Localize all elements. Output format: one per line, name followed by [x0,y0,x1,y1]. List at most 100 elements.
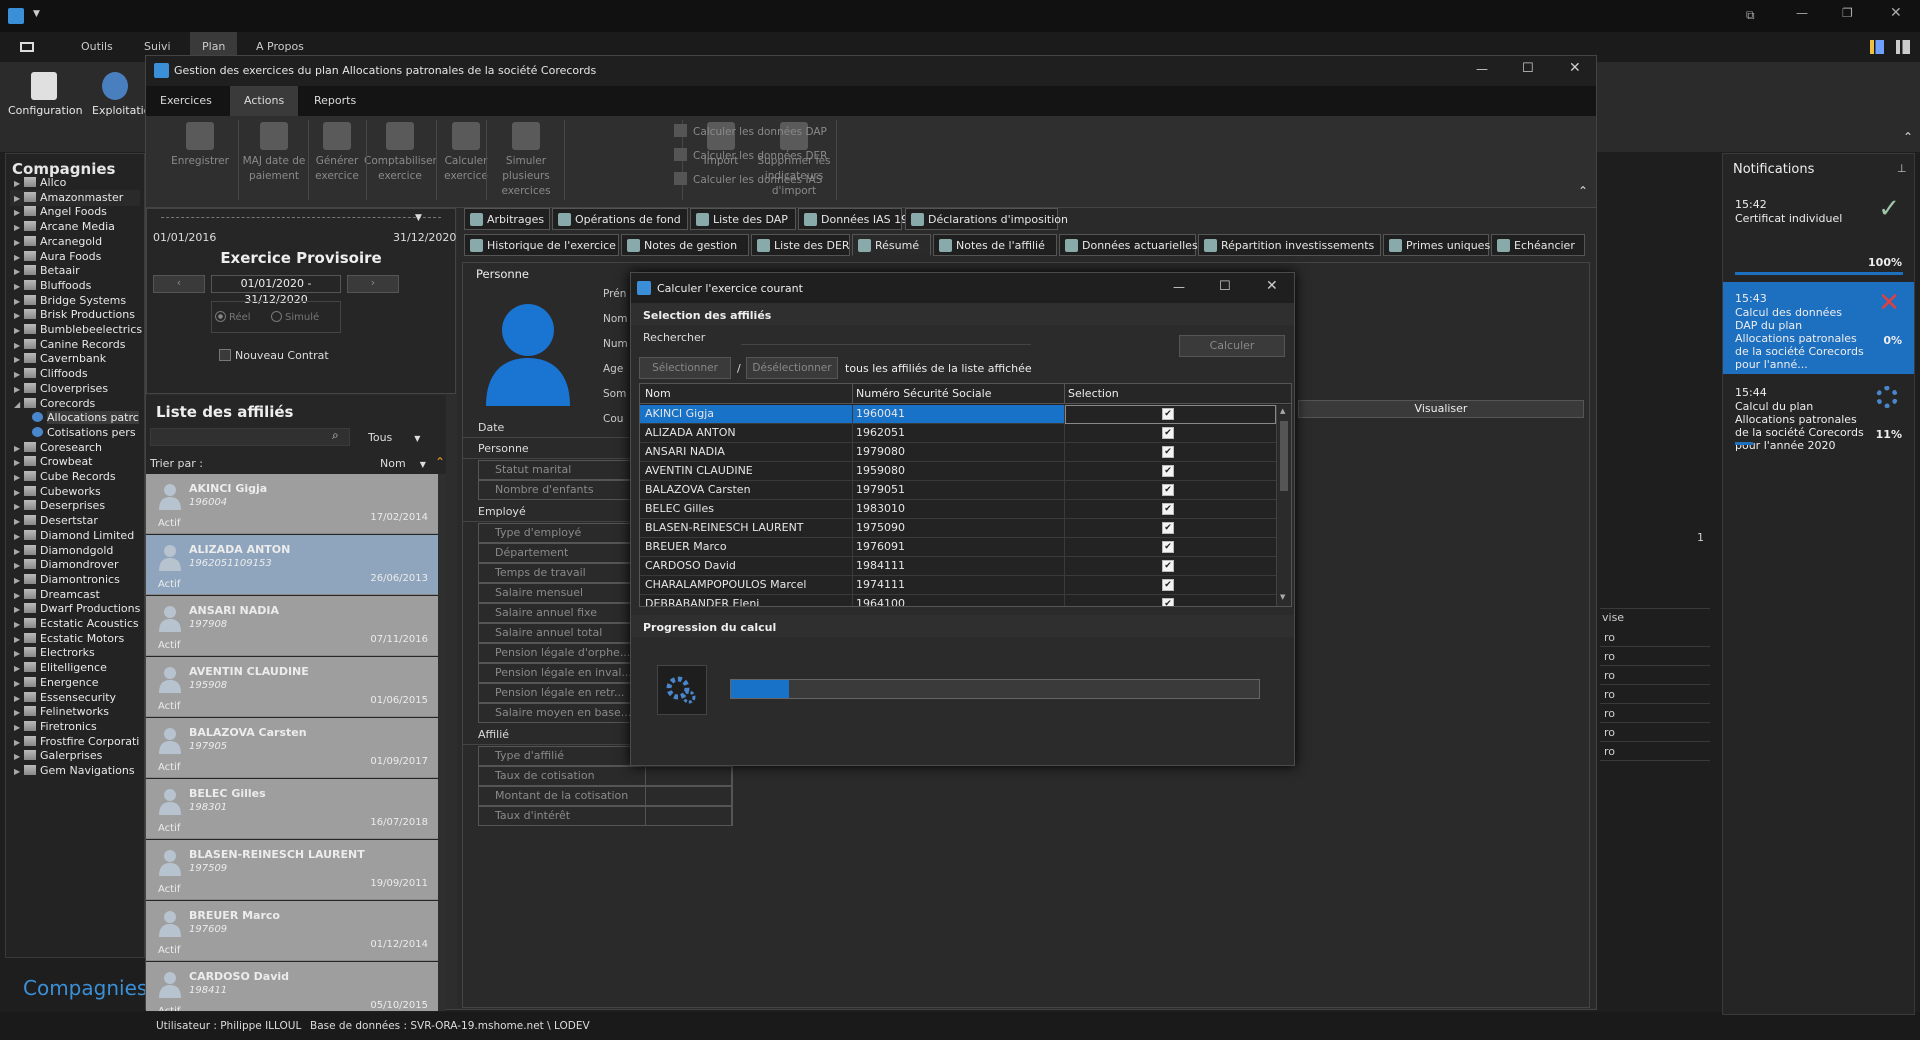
companies-nav[interactable]: Compagnies [5,960,147,1008]
expand-arrow-icon[interactable]: ▶ [14,738,24,747]
grid-scrollbar[interactable]: ▲ ▼ [1276,405,1291,606]
toolbar-calculator-button[interactable]: Calculer exercice [440,120,492,184]
expand-arrow-icon[interactable]: ▶ [14,664,24,673]
expand-arrow-icon[interactable]: ▶ [14,194,24,203]
selection-checkbox-icon[interactable]: ✔ [1162,427,1174,439]
dialog-maximize-icon[interactable]: ☐ [1219,279,1231,294]
toolbar-gears-button[interactable]: Comptabiliser exercice [364,120,437,184]
expand-arrow-icon[interactable]: ▶ [14,208,24,217]
expand-arrow-icon[interactable]: ▶ [14,635,24,644]
col-ssn[interactable]: Numéro Sécurité Sociale [856,387,992,400]
affiliate-card[interactable]: BELEC Gilles 198301 Actif 16/07/2018 [146,779,438,839]
detail-tab[interactable]: Liste des DAP [690,208,796,230]
detail-tab[interactable]: Arbitrages [464,208,550,230]
detail-tab[interactable]: Données IAS 19 [798,208,908,230]
grid-row[interactable]: BLASEN-REINESCH LAURENT 1975090 ✔ [640,519,1276,538]
affiliate-card[interactable]: AKINCI Gigja 196004 Actif 17/02/2014 [146,474,438,534]
detail-tab[interactable]: Opérations de fond [552,208,688,230]
expand-arrow-icon[interactable]: ▶ [14,385,24,394]
visualize-button[interactable]: Visualiser [1298,400,1584,418]
expand-arrow-icon[interactable]: ▶ [14,679,24,688]
expand-arrow-icon[interactable]: ▶ [14,502,24,511]
expand-arrow-icon[interactable]: ▶ [14,267,24,276]
select-all-button[interactable]: Sélectionner [639,357,731,379]
grid-row[interactable]: ALIZADA ANTON 1962051 ✔ [640,424,1276,443]
grid-row[interactable]: ANSARI NADIA 1979080 ✔ [640,443,1276,462]
chart-icon[interactable] [1870,40,1884,54]
toolbar-globe-button[interactable]: Simuler plusieurs exercices [488,120,564,199]
radio-reel[interactable]: Réel [215,311,251,323]
app-menu-icon[interactable] [20,42,34,52]
grid-row[interactable]: DEBRABANDER Eleni 1964100 ✔ [640,595,1276,606]
sort-direction-icon[interactable]: ⌃ [435,455,445,469]
expand-arrow-icon[interactable]: ▶ [14,694,24,703]
selection-checkbox-icon[interactable]: ✔ [1162,408,1174,420]
toolbar-small-button[interactable]: Calculer les données IAS [674,172,822,186]
selection-checkbox-icon[interactable]: ✔ [1162,484,1174,496]
expand-arrow-icon[interactable]: ◢ [14,400,24,409]
configuration-button[interactable]: Configuration [8,72,83,117]
detail-tab[interactable]: Notes de gestion [621,234,749,256]
detail-tab[interactable]: Notes de l'affilié [933,234,1057,256]
affiliate-card[interactable]: ALIZADA ANTON 1962051109153 Actif 26/06/201… [146,535,438,595]
selection-checkbox-icon[interactable]: ✔ [1162,560,1174,572]
detail-tab[interactable]: Historique de l'exercice [464,234,619,256]
close-icon[interactable]: ✕ [1890,5,1902,21]
window-minimize-icon[interactable]: — [1476,62,1488,76]
affiliates-scrollbar[interactable] [438,474,446,1011]
expand-arrow-icon[interactable]: ▶ [14,752,24,761]
grid-row[interactable]: CARDOSO David 1984111 ✔ [640,557,1276,576]
affiliate-card[interactable]: BLASEN-REINESCH LAURENT 197509 Actif 19/09/… [146,840,438,900]
affiliate-card[interactable]: BALAZOVA Carsten 197905 Actif 01/09/2017 [146,718,438,778]
selection-checkbox-icon[interactable]: ✔ [1162,522,1174,534]
toolbar-small-button[interactable]: Calculer les données DAP [674,124,827,138]
stats-icon[interactable] [1896,40,1910,54]
expand-arrow-icon[interactable]: ▶ [14,282,24,291]
restore-window-icon[interactable]: ⧉ [1746,8,1755,23]
expand-arrow-icon[interactable]: ▶ [14,723,24,732]
dialog-search-input[interactable] [741,327,1031,345]
expand-arrow-icon[interactable]: ▶ [14,223,24,232]
scroll-down-icon[interactable]: ▼ [1280,593,1285,601]
tab-reports[interactable]: Reports [300,86,370,116]
affiliate-card[interactable]: CARDOSO David 198411 Actif 05/10/2015 [146,962,438,1011]
expand-arrow-icon[interactable]: ▶ [14,488,24,497]
window-close-icon[interactable]: ✕ [1569,60,1581,76]
grid-row[interactable]: BREUER Marco 1976091 ✔ [640,538,1276,557]
affiliate-card[interactable]: AVENTIN CLAUDINE 195908 Actif 01/06/2015 [146,657,438,717]
pin-icon[interactable]: ⊥ [1897,162,1907,175]
deselect-all-button[interactable]: Désélectionner [746,357,838,379]
collapse-toolbar-icon[interactable]: ⌃ [1578,184,1588,198]
notification-item[interactable]: 15:44 Calcul du plan Allocations patronal… [1723,376,1914,470]
new-contract-checkbox[interactable]: Nouveau Contrat [219,349,329,362]
detail-tab[interactable]: Echéancier [1491,234,1585,256]
tab-actions[interactable]: Actions [230,86,299,116]
minimize-icon[interactable]: — [1796,6,1808,20]
affiliates-search-input[interactable] [150,428,350,446]
maximize-icon[interactable]: ❐ [1842,6,1853,20]
expand-arrow-icon[interactable]: ▶ [14,179,24,188]
detail-tab[interactable]: Primes uniques [1383,234,1490,256]
grid-row[interactable]: AVENTIN CLAUDINE 1959080 ✔ [640,462,1276,481]
window-maximize-icon[interactable]: ☐ [1522,61,1534,76]
next-exercise-button[interactable]: › [347,275,399,293]
detail-tab[interactable]: Données actuarielles [1059,234,1198,256]
grid-row[interactable]: CHARALAMPOPOULOS Marcel 1974111 ✔ [640,576,1276,595]
expand-arrow-icon[interactable]: ▶ [14,238,24,247]
expand-arrow-icon[interactable]: ▶ [14,517,24,526]
dialog-close-icon[interactable]: ✕ [1266,278,1278,294]
menu-outils[interactable]: Outils [81,40,113,53]
expand-arrow-icon[interactable]: ▶ [14,620,24,629]
grid-row[interactable]: BALAZOVA Carsten 1979051 ✔ [640,481,1276,500]
menu-suivi[interactable]: Suivi [144,40,171,53]
dialog-minimize-icon[interactable]: — [1173,280,1185,294]
exercise-timeline[interactable] [161,217,441,221]
scroll-thumb[interactable] [1280,421,1288,491]
detail-tab[interactable]: Répartition investissements [1198,234,1381,256]
detail-tab[interactable]: Liste des DER [751,234,850,256]
expand-arrow-icon[interactable]: ▶ [14,311,24,320]
selection-checkbox-icon[interactable]: ✔ [1162,579,1174,591]
expand-arrow-icon[interactable]: ▶ [14,547,24,556]
detail-tab[interactable]: Déclarations d'imposition [905,208,1068,230]
exploitation-button[interactable]: Exploitatio [88,72,150,117]
